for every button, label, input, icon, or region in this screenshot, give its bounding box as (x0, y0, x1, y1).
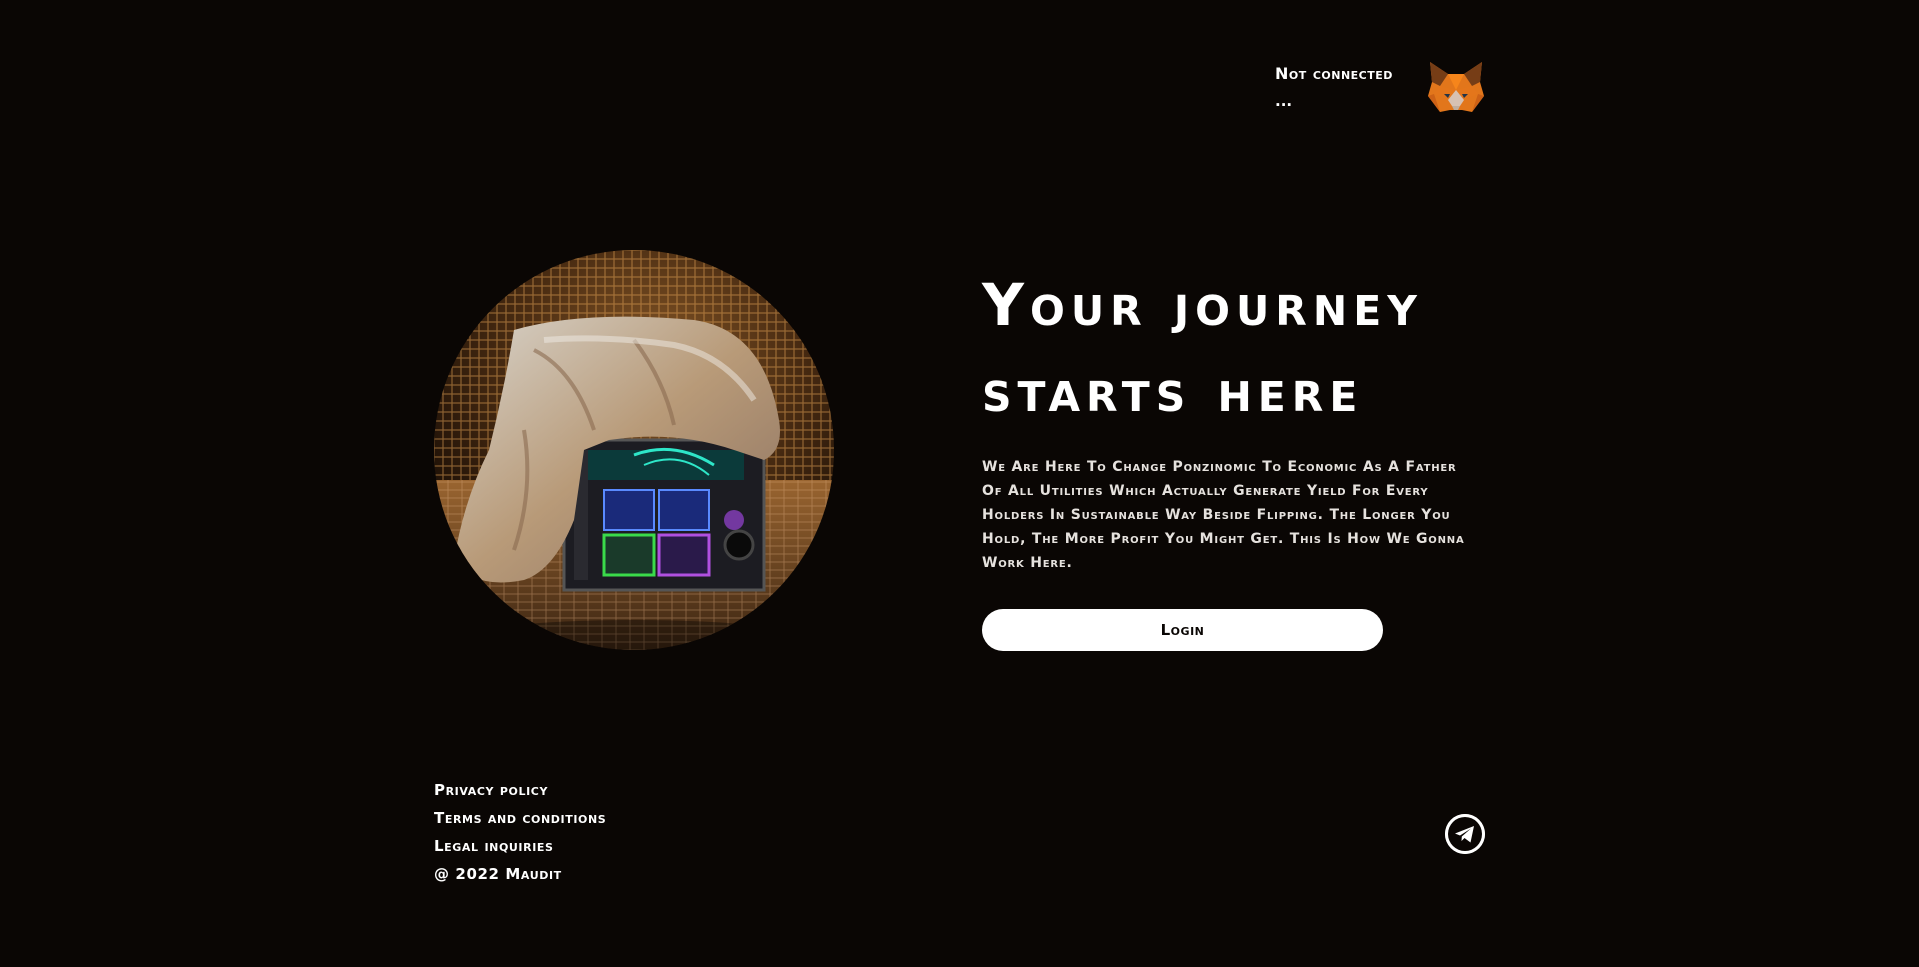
privacy-policy-link[interactable]: Privacy policy (434, 776, 734, 804)
copyright-text: @ 2022 Maudit (434, 865, 562, 883)
hero-title-line-1: Your journey (982, 271, 1423, 339)
metamask-fox-icon[interactable] (1426, 60, 1486, 116)
terms-and-conditions-link[interactable]: Terms and conditions (434, 804, 734, 832)
login-button[interactable]: Login (982, 609, 1383, 651)
telegram-icon[interactable] (1445, 814, 1485, 854)
wallet-address: ... (1275, 92, 1293, 110)
hero-title-line-2: starts here (982, 357, 1364, 425)
footer-links: Privacy policy Terms and conditions Lega… (434, 776, 734, 888)
hero-image-covered-mining-rig (434, 250, 834, 650)
page: Not connected ... Your journey starts he… (0, 0, 1919, 967)
hero-title: Your journey starts here (982, 262, 1512, 434)
wallet-status-panel: Not connected ... (1275, 62, 1525, 122)
legal-inquiries-link[interactable]: Legal inquiries (434, 832, 734, 860)
hero-description: We Are Here To Change Ponzinomic To Econ… (982, 459, 1465, 571)
wallet-connection-status: Not connected (1275, 64, 1393, 83)
